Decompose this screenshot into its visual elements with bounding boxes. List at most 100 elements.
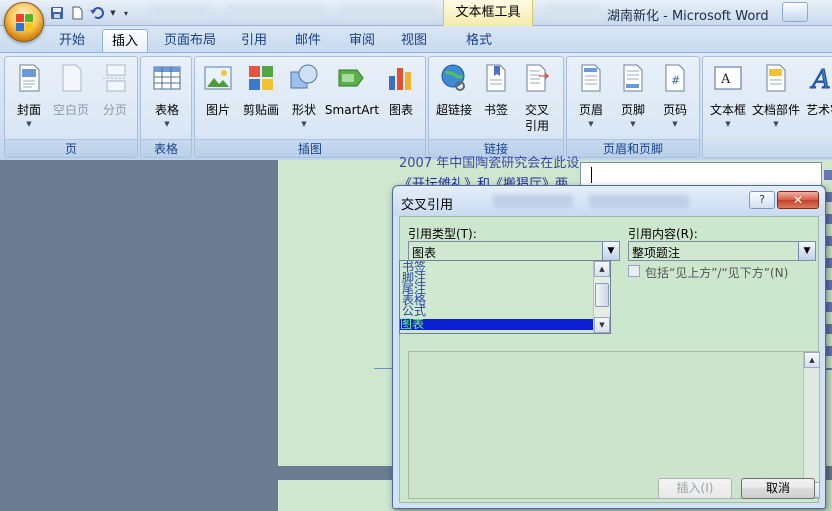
tab-view[interactable]: 视图 [394, 29, 434, 52]
page-number-button[interactable]: # 页码 ▼ [657, 60, 693, 138]
scroll-up-icon[interactable]: ▲ [804, 352, 820, 368]
title-bar: ▼ ▾ 文本框工具 湖南新化 - Microsoft Word [0, 0, 832, 26]
cover-page-icon [19, 64, 40, 92]
document-text-line: 2007 年中国陶瓷研究会在此设 [399, 156, 580, 171]
save-icon[interactable] [48, 4, 66, 22]
group-label-illustrations: 插图 [195, 139, 425, 157]
group-text: A 文本框 ▼ 文档部件 ▼ A 艺术字 [702, 56, 832, 158]
chevron-down-icon[interactable]: ▼ [602, 242, 619, 260]
cancel-button[interactable]: 取消 [741, 478, 815, 499]
header-icon [581, 64, 601, 92]
tab-insert[interactable]: 插入 [102, 29, 148, 52]
cross-reference-dialog: 交叉引用 ? ✕ 引用类型(T): 图表 ▼ 引用内容(R): 整项题注 ▼ 包… [392, 185, 826, 509]
undo-dropdown-icon[interactable]: ▼ [108, 4, 118, 22]
dialog-title-bar[interactable]: 交叉引用 ? ✕ [393, 186, 825, 216]
ribbon: 封面 ▼ 空白页 分页 页 表格 ▼ 表格 图片 剪贴画 形状 ▼ SmartA… [0, 52, 832, 160]
reference-content-combo[interactable]: 整项题注 ▼ [628, 241, 816, 261]
margin-marker [374, 368, 394, 369]
dropdown-arrow-icon: ▼ [588, 120, 594, 128]
page-number-icon: # [665, 64, 685, 92]
office-button[interactable] [4, 2, 44, 42]
tab-mailings[interactable]: 邮件 [288, 29, 328, 52]
list-scrollbar[interactable]: ▲ ▼ [803, 352, 820, 498]
include-above-below-checkbox[interactable] [628, 265, 640, 277]
page-break-button[interactable]: 分页 [97, 60, 133, 138]
hyperlink-button[interactable]: 超链接 [433, 60, 475, 138]
customize-toolbar-icon[interactable]: ▾ [120, 4, 132, 22]
blurred-taskbar-item [225, 4, 325, 20]
hyperlink-icon [441, 64, 465, 91]
group-label-tables: 表格 [141, 139, 191, 157]
svg-text:#: # [671, 74, 680, 87]
list-item-selected[interactable]: 图表 [400, 318, 594, 330]
cross-reference-button[interactable]: 交叉 引用 [517, 60, 557, 138]
table-icon [153, 66, 181, 90]
blank-page-button[interactable]: 空白页 [51, 60, 91, 138]
chart-button[interactable]: 图表 [383, 60, 419, 138]
reference-items-list[interactable]: ▲ ▼ [408, 351, 820, 499]
reference-type-combo[interactable]: 图表 ▼ [408, 241, 620, 261]
picture-button[interactable]: 图片 [201, 60, 235, 138]
insert-button[interactable]: 插入(I) [658, 478, 732, 499]
blurred-taskbar-item [545, 4, 600, 20]
scroll-thumb[interactable] [595, 283, 609, 307]
group-illustrations: 图片 剪贴画 形状 ▼ SmartArt 图表 插图 [194, 56, 426, 158]
smartart-icon [338, 69, 364, 87]
reference-type-dropdown-list[interactable]: 书签 脚注 尾注 表格 公式 图表 ▲ ▼ [399, 260, 611, 334]
text-box-icon: A [714, 66, 742, 90]
quick-parts-button[interactable]: 文档部件 ▼ [751, 60, 801, 138]
tab-format[interactable]: 格式 [458, 29, 500, 52]
shapes-button[interactable]: 形状 ▼ [287, 60, 321, 138]
list-item[interactable]: 公式 [402, 305, 426, 317]
dropdown-arrow-icon: ▼ [773, 120, 779, 128]
header-button[interactable]: 页眉 ▼ [573, 60, 609, 138]
tab-page-layout[interactable]: 页面布局 [158, 29, 222, 52]
chevron-down-icon[interactable]: ▼ [798, 242, 815, 260]
window-title: 湖南新化 - Microsoft Word [607, 9, 769, 24]
title-blur [493, 195, 573, 208]
group-label-pages: 页 [5, 139, 137, 157]
blurred-taskbar-item [150, 4, 210, 20]
wordart-button[interactable]: A 艺术字 [803, 60, 832, 138]
table-button[interactable]: 表格 ▼ [147, 60, 187, 138]
svg-text:A: A [810, 65, 831, 94]
reference-type-value: 图表 [412, 246, 437, 260]
footer-button[interactable]: 页脚 ▼ [615, 60, 651, 138]
tab-review[interactable]: 审阅 [342, 29, 382, 52]
group-tables: 表格 ▼ 表格 [140, 56, 192, 158]
scroll-up-icon[interactable]: ▲ [594, 261, 610, 277]
tab-home[interactable]: 开始 [50, 29, 94, 52]
undo-icon[interactable] [88, 4, 106, 22]
dropdown-arrow-icon: ▼ [164, 120, 170, 128]
dropdown-scrollbar[interactable]: ▲ ▼ [593, 261, 610, 333]
group-label-header-footer: 页眉和页脚 [567, 139, 699, 157]
scroll-down-icon[interactable]: ▼ [594, 317, 610, 333]
dialog-title: 交叉引用 [401, 198, 454, 213]
footer-icon [623, 64, 643, 92]
bookmark-button[interactable]: 书签 [479, 60, 513, 138]
dropdown-arrow-icon: ▼ [672, 120, 678, 128]
dropdown-arrow-icon: ▼ [725, 120, 731, 128]
new-document-icon[interactable] [68, 4, 86, 22]
svg-text:A: A [720, 72, 731, 87]
page-break-icon [103, 64, 127, 92]
cover-page-button[interactable]: 封面 ▼ [11, 60, 47, 138]
blank-page-icon [62, 64, 82, 92]
help-button[interactable]: ? [749, 191, 775, 209]
clip-art-button[interactable]: 剪贴画 [239, 60, 283, 138]
bookmark-icon [486, 64, 506, 92]
dropdown-arrow-icon: ▼ [26, 120, 32, 128]
smartart-button[interactable]: SmartArt [325, 60, 379, 138]
quick-parts-icon [766, 64, 786, 92]
cross-reference-icon [526, 64, 550, 92]
tab-references[interactable]: 引用 [234, 29, 274, 52]
include-above-below-label: 包括“见上方”/“见下方”(N) [645, 266, 789, 280]
text-cursor [591, 167, 592, 183]
group-links: 超链接 书签 交叉 引用 链接 [428, 56, 564, 158]
minimize-button[interactable] [782, 2, 808, 22]
text-box-button[interactable]: A 文本框 ▼ [707, 60, 749, 138]
context-tool-title: 文本框工具 [443, 0, 533, 26]
clip-art-icon [249, 66, 273, 90]
picture-icon [204, 66, 232, 90]
close-button[interactable]: ✕ [777, 191, 819, 209]
